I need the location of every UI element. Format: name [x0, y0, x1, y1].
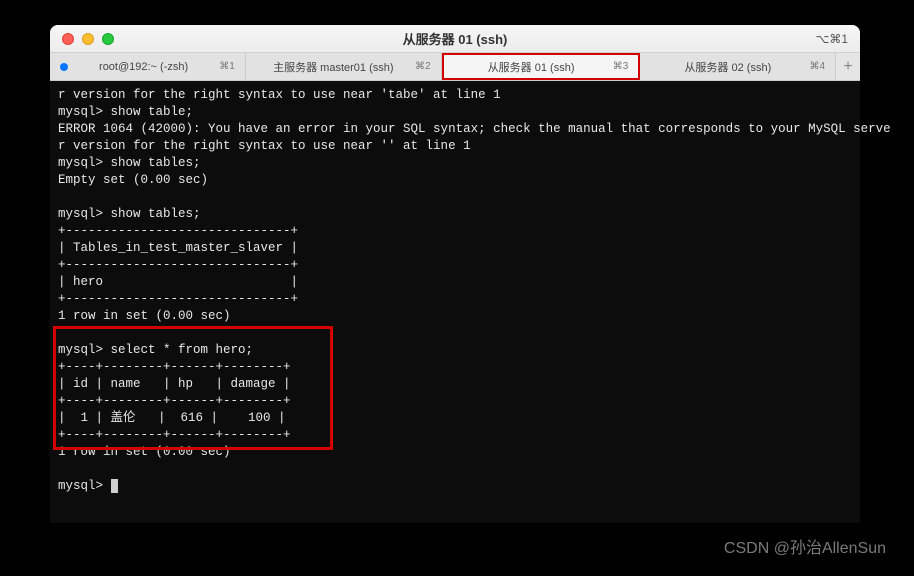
tab-label: 从服务器 01 (ssh): [454, 59, 609, 75]
tab-root-zsh[interactable]: root@192:~ (-zsh) ⌘1: [50, 53, 246, 80]
terminal-window: 从服务器 01 (ssh) ⌥⌘1 root@192:~ (-zsh) ⌘1 主…: [50, 25, 860, 523]
status-dot-icon: [60, 63, 68, 71]
tab-master01[interactable]: 主服务器 master01 (ssh) ⌘2: [246, 53, 442, 80]
tab-shortcut: ⌘3: [613, 61, 629, 72]
tab-label: root@192:~ (-zsh): [72, 61, 215, 73]
cursor-icon: [111, 479, 118, 493]
watermark: CSDN @孙治AllenSun: [724, 534, 886, 558]
window-controls: [62, 33, 114, 45]
titlebar: 从服务器 01 (ssh) ⌥⌘1: [50, 25, 860, 53]
minimize-icon[interactable]: [82, 33, 94, 45]
close-icon[interactable]: [62, 33, 74, 45]
tab-shortcut: ⌘2: [415, 61, 431, 72]
tab-label: 主服务器 master01 (ssh): [256, 59, 411, 75]
tab-shortcut: ⌘1: [219, 61, 235, 72]
add-tab-button[interactable]: +: [836, 53, 860, 80]
maximize-icon[interactable]: [102, 33, 114, 45]
tab-slave01[interactable]: 从服务器 01 (ssh) ⌘3: [442, 53, 641, 80]
window-title: 从服务器 01 (ssh): [403, 29, 508, 48]
terminal-text: r version for the right syntax to use ne…: [58, 88, 891, 493]
tab-label: 从服务器 02 (ssh): [650, 59, 805, 75]
terminal-output[interactable]: r version for the right syntax to use ne…: [50, 81, 860, 523]
tab-shortcut: ⌘4: [809, 61, 825, 72]
window-shortcut-hint: ⌥⌘1: [815, 32, 848, 46]
tab-slave02[interactable]: 从服务器 02 (ssh) ⌘4: [640, 53, 836, 80]
tab-bar: root@192:~ (-zsh) ⌘1 主服务器 master01 (ssh)…: [50, 53, 860, 81]
